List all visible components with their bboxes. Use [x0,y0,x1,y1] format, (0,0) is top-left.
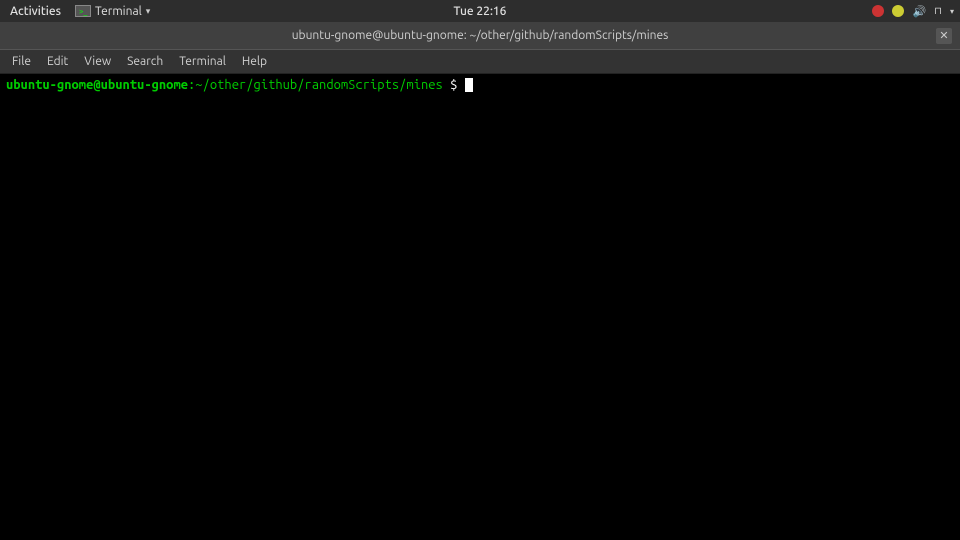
close-button[interactable]: ✕ [936,28,952,44]
menu-edit[interactable]: Edit [39,53,76,70]
terminal-chevron-icon: ▾ [146,6,151,17]
terminal-icon: >_ [75,5,91,17]
system-datetime: Tue 22:16 [454,5,507,18]
battery-icon[interactable]: ⊓ [934,5,942,17]
prompt-colon-path: :~/other/github/randomScripts/mines [188,78,443,92]
prompt-user: ubuntu-gnome@ubuntu-gnome [6,78,188,92]
prompt-path: ~/other/github/randomScripts/mines [195,78,443,92]
volume-icon[interactable]: 🔊 [912,5,926,18]
prompt-line: ubuntu-gnome@ubuntu-gnome:~/other/github… [6,78,954,92]
prompt-dollar: $ [443,78,465,92]
menu-terminal[interactable]: Terminal [171,53,234,70]
title-bar: ubuntu-gnome@ubuntu-gnome: ~/other/githu… [0,22,960,50]
activities-button[interactable]: Activities [6,5,65,18]
menu-file[interactable]: File [4,53,39,70]
terminal-menu-label: Terminal [95,5,142,18]
terminal-cursor [465,78,473,92]
terminal-menu-button[interactable]: >_ Terminal ▾ [75,5,150,18]
yellow-indicator-icon [892,5,904,17]
terminal-content[interactable]: ubuntu-gnome@ubuntu-gnome:~/other/github… [0,74,960,540]
system-bar-right: 🔊 ⊓ ▾ [872,5,954,18]
system-tray-chevron-icon[interactable]: ▾ [950,7,954,16]
window-title: ubuntu-gnome@ubuntu-gnome: ~/other/githu… [292,29,669,42]
system-bar: Activities >_ Terminal ▾ Tue 22:16 🔊 ⊓ ▾ [0,0,960,22]
red-indicator-icon [872,5,884,17]
menu-bar: File Edit View Search Terminal Help [0,50,960,74]
terminal-window: ubuntu-gnome@ubuntu-gnome: ~/other/githu… [0,22,960,540]
menu-view[interactable]: View [76,53,119,70]
system-bar-left: Activities >_ Terminal ▾ [6,5,150,18]
menu-help[interactable]: Help [234,53,275,70]
dollar-sign: $ [450,78,457,92]
menu-search[interactable]: Search [119,53,171,70]
